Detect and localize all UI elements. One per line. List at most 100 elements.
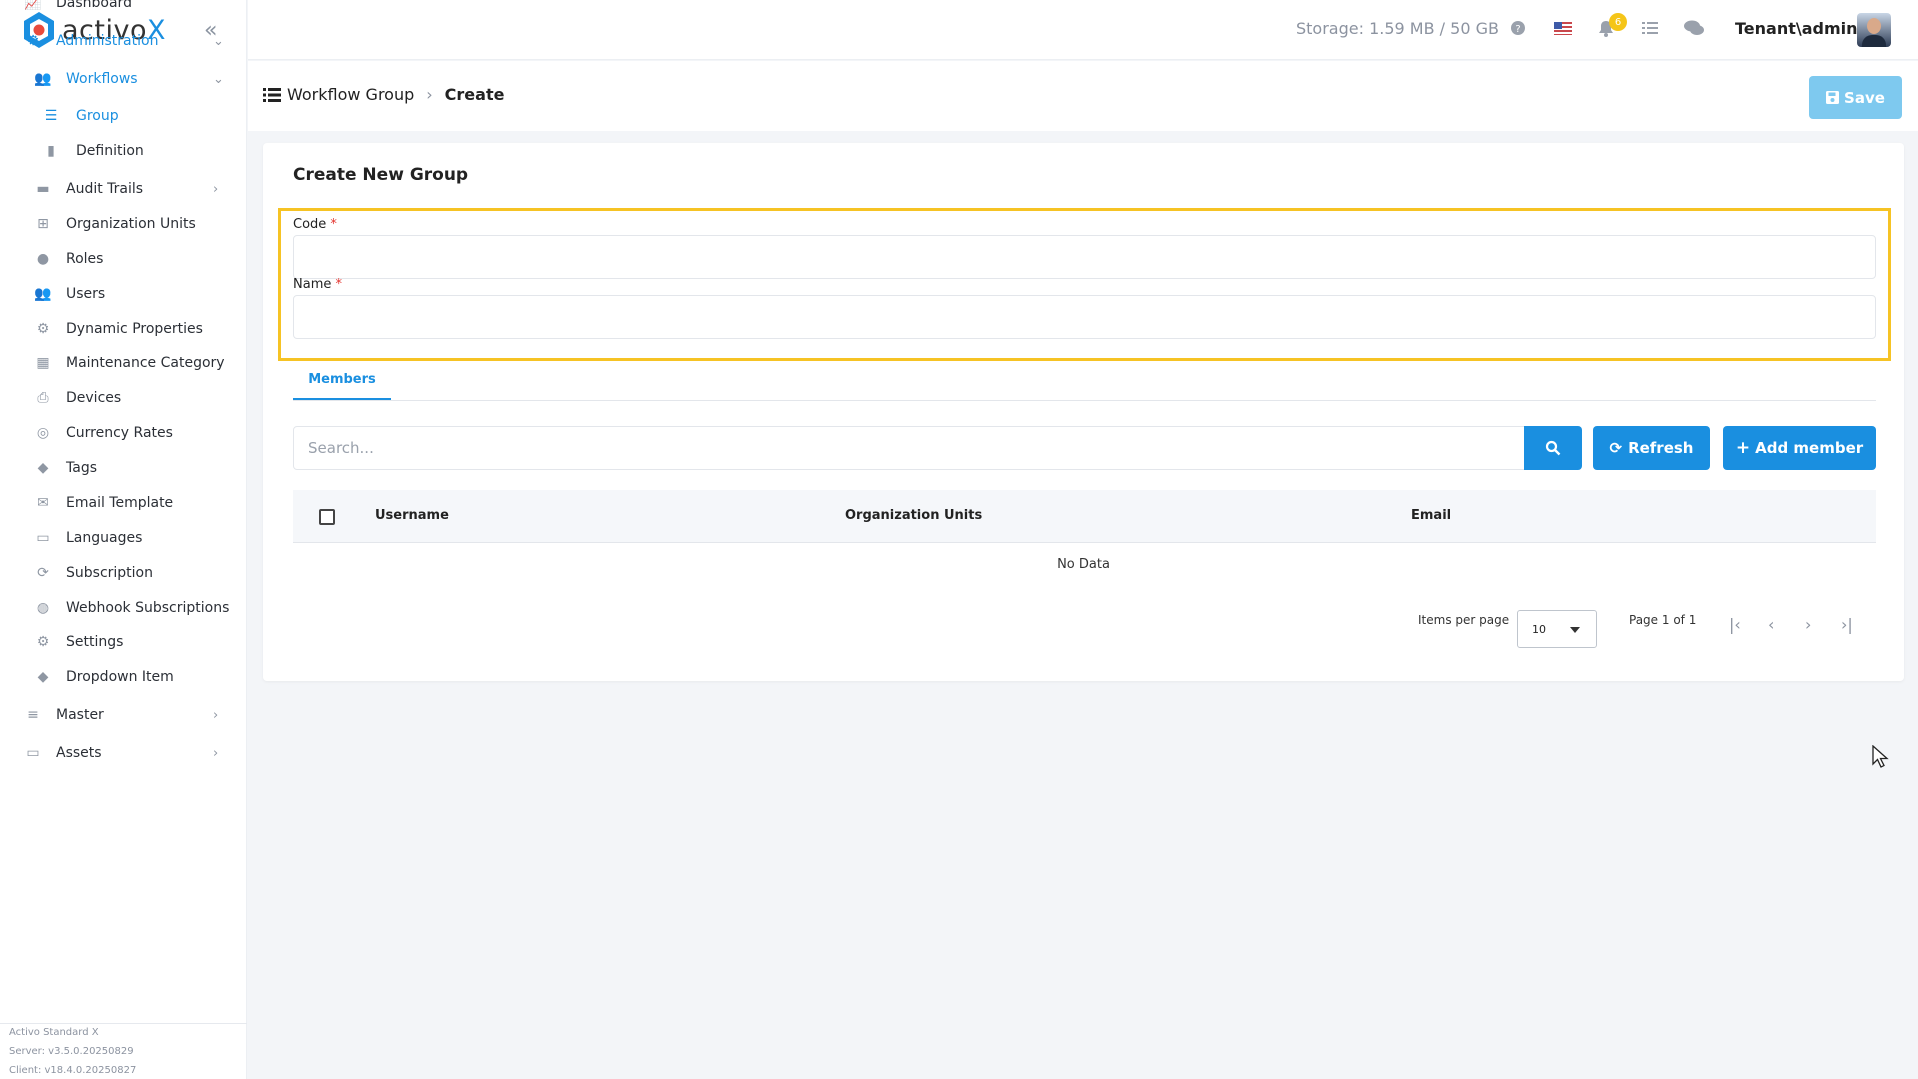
save-label: Save <box>1844 88 1885 107</box>
help-icon[interactable]: ? <box>1510 20 1526 40</box>
tasks-icon[interactable] <box>1642 20 1658 39</box>
page-header: Workflow Group › Create Save <box>248 61 1918 131</box>
svg-text:?: ? <box>1515 24 1520 35</box>
refresh-button[interactable]: ⟳ Refresh <box>1593 426 1710 470</box>
sidebar-item-roles[interactable]: ● Roles <box>0 244 247 274</box>
items-per-page-value: 10 <box>1532 623 1546 636</box>
users-icon: 👥 <box>34 71 52 87</box>
prev-page-icon[interactable]: ‹ <box>1768 615 1774 634</box>
sidebar-item-maintenance-category[interactable]: ▦ Maintenance Category <box>0 348 247 378</box>
sidebar-item-group[interactable]: ☰ Group <box>0 101 247 131</box>
chart-line-icon: 📈 <box>24 0 42 11</box>
breadcrumb-parent[interactable]: Workflow Group <box>287 85 414 104</box>
sidebar-item-label: Maintenance Category <box>66 355 225 371</box>
breadcrumb-current: Create <box>444 85 505 104</box>
floppy-icon <box>1826 91 1840 104</box>
printer-icon: ⎙ <box>37 390 49 406</box>
name-field[interactable] <box>293 295 1876 339</box>
us-flag-icon[interactable] <box>1554 20 1572 39</box>
sidebar-item-users[interactable]: 👥 Users <box>0 279 247 309</box>
sidebar-item-email-template[interactable]: ✉ Email Template <box>0 488 247 518</box>
user-tag-icon: ● <box>36 251 50 267</box>
sidebar-item-dropdown-item[interactable]: ◆ Dropdown Item <box>0 662 247 692</box>
sidebar-item-tags[interactable]: ◆ Tags <box>0 453 247 483</box>
users-icon: 👥 <box>34 286 52 302</box>
search-button[interactable] <box>1524 426 1582 470</box>
sidebar-item-devices[interactable]: ⎙ Devices <box>0 383 247 413</box>
items-per-page-select[interactable]: 10 <box>1517 610 1597 648</box>
sidebar-item-label: Definition <box>76 143 144 159</box>
product-version: Activo Standard X <box>9 1027 99 1038</box>
sidebar-item-label: Group <box>76 108 119 124</box>
sidebar-item-label: Email Template <box>66 495 174 511</box>
refresh-label: Refresh <box>1628 439 1694 457</box>
page-indicator: Page 1 of 1 <box>1629 613 1697 627</box>
sidebar: activoX « 📈 Dashboard ⚙ Administration ⌄ 👥 Wor… <box>0 0 247 1079</box>
column-email[interactable]: Email <box>1411 508 1451 523</box>
sidebar-item-label: Languages <box>66 530 143 546</box>
grid-icon: ▦ <box>36 355 50 371</box>
save-button[interactable]: Save <box>1809 76 1902 119</box>
sidebar-item-definition[interactable]: ▮ Definition <box>0 136 247 166</box>
plus-icon: + <box>1735 438 1751 458</box>
first-page-icon[interactable]: |‹ <box>1729 615 1741 634</box>
select-all-checkbox[interactable] <box>319 509 335 525</box>
sidebar-item-webhook-subscriptions[interactable]: ◍ Webhook Subscriptions <box>0 593 247 623</box>
sidebar-item-currency-rates[interactable]: ◎ Currency Rates <box>0 418 247 448</box>
sidebar-item-administration[interactable]: ⚙ Administration ⌄ <box>0 26 247 56</box>
sidebar-item-label: Settings <box>66 634 124 650</box>
table-header: Username Organization Units Email <box>293 490 1876 543</box>
sidebar-item-assets[interactable]: ▭ Assets › <box>0 738 247 768</box>
breadcrumb: Workflow Group › Create <box>263 85 504 104</box>
last-page-icon[interactable]: ›| <box>1841 615 1853 634</box>
clipboard-icon: ▮ <box>47 143 55 159</box>
divider <box>0 1023 247 1024</box>
user-name[interactable]: Tenant\admin <box>1735 19 1858 38</box>
sidebar-item-subscription[interactable]: ⟳ Subscription <box>0 558 247 588</box>
sidebar-item-label: Currency Rates <box>66 425 173 441</box>
next-page-icon[interactable]: › <box>1805 615 1811 634</box>
sidebar-item-label: Dashboard <box>56 0 132 11</box>
chevron-down-icon: ⌄ <box>213 71 224 87</box>
sidebar-item-workflows[interactable]: 👥 Workflows ⌄ <box>0 64 247 94</box>
envelope-icon: ✉ <box>37 495 49 511</box>
sidebar-item-settings[interactable]: ⚙ Settings <box>0 627 247 657</box>
language-icon: ▭ <box>36 530 50 546</box>
list-icon: ☰ <box>44 108 58 124</box>
chevron-right-icon: › <box>213 745 219 761</box>
topbar: Storage: 1.59 MB / 50 GB ? 6 Tenant\admi… <box>248 0 1918 60</box>
sidebar-item-label: Devices <box>66 390 122 406</box>
sidebar-item-audit-trails[interactable]: ▬ Audit Trails › <box>0 174 247 204</box>
sidebar-item-label: Audit Trails <box>66 181 144 197</box>
column-organization-units[interactable]: Organization Units <box>845 508 982 523</box>
avatar[interactable] <box>1857 13 1891 47</box>
chat-icon[interactable] <box>1684 20 1704 40</box>
caret-down-icon <box>1570 627 1580 633</box>
sidebar-item-label: Assets <box>56 745 102 761</box>
tab-members[interactable]: Members <box>293 361 391 400</box>
add-member-label: Add member <box>1755 439 1864 457</box>
sidebar-item-master[interactable]: ≡ Master › <box>0 700 247 730</box>
chevron-right-icon: › <box>213 707 219 723</box>
code-field[interactable] <box>293 235 1876 279</box>
sidebar-item-languages[interactable]: ▭ Languages <box>0 523 247 553</box>
chevron-down-icon: ⌄ <box>213 33 224 49</box>
laptop-icon: ▭ <box>26 745 40 761</box>
sidebar-item-organization-units[interactable]: ⊞ Organization Units <box>0 209 247 239</box>
sidebar-item-label: Dropdown Item <box>66 669 174 685</box>
chevron-right-icon: › <box>426 85 433 104</box>
search-input[interactable] <box>293 426 1525 470</box>
sidebar-item-label: Master <box>56 707 104 723</box>
sidebar-item-label: Organization Units <box>66 216 196 232</box>
sidebar-item-dashboard[interactable]: 📈 Dashboard <box>0 0 247 18</box>
folder-icon: ▬ <box>36 181 50 197</box>
sidebar-item-dynamic-properties[interactable]: ⚙ Dynamic Properties <box>0 314 247 344</box>
sidebar-item-label: Tags <box>66 460 97 476</box>
empty-state: No Data <box>1057 557 1110 572</box>
chevron-right-icon: › <box>213 181 219 197</box>
create-group-card: Create New Group Code * Name * Members ⟳… <box>263 143 1904 681</box>
add-member-button[interactable]: + Add member <box>1723 426 1876 470</box>
column-username[interactable]: Username <box>375 508 449 523</box>
refresh-icon: ⟳ <box>1609 439 1623 457</box>
sidebar-item-label: Users <box>66 286 106 302</box>
